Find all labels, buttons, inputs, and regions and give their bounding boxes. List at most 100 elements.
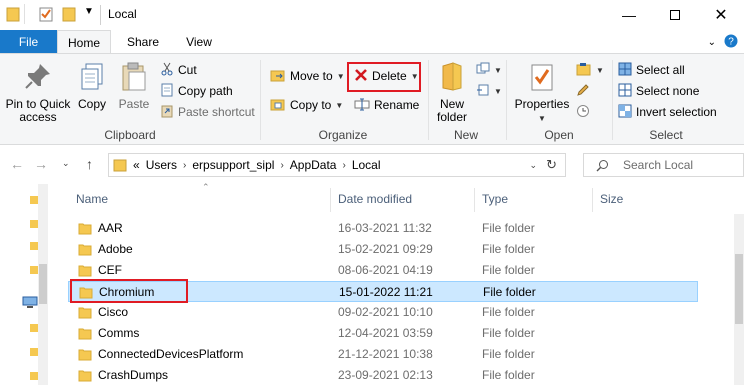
ribbon-tabs: File Home Share View ⌄ ? [0,30,744,54]
paste-shortcut-button[interactable]: Paste shortcut [160,102,255,122]
column-divider[interactable] [474,188,475,212]
open-button[interactable]: ▼ [576,60,604,80]
breadcrumb-users[interactable]: Users [146,158,177,172]
close-button[interactable]: ✕ [698,0,744,30]
nav-folder-icon[interactable] [30,240,38,254]
help-icon[interactable]: ? [724,34,738,51]
maximize-button[interactable] [652,0,698,30]
file-row[interactable]: ConnectedDevicesPlatform 21-12-2021 10:3… [68,344,698,365]
tab-share[interactable]: Share [118,30,168,54]
column-header-date-modified[interactable]: Date modified [338,192,412,206]
file-type: File folder [482,347,535,361]
navigation-pane-scroll-thumb[interactable] [39,264,47,304]
copy-to-button[interactable]: Copy to ▼ [270,95,343,115]
forward-arrow-icon[interactable]: → [34,156,48,172]
copy-icon [74,60,110,95]
minimize-button[interactable]: — [606,0,652,30]
file-row[interactable]: AAR 16-03-2021 11:32 File folder [68,218,698,239]
file-name: CEF [98,263,122,277]
quick-access-divider [24,4,25,24]
cut-button[interactable]: Cut [160,60,197,80]
history-button[interactable] [576,102,590,122]
customize-quick-access-icon[interactable]: ▼ [84,6,94,17]
nav-quick-access-folder-icon[interactable] [30,194,38,208]
nav-folder-icon[interactable] [30,370,38,384]
file-date: 23-09-2021 02:13 [338,368,433,382]
nav-folder-icon[interactable] [30,218,38,232]
file-list: ⌃ Name Date modified Type Size AAR 16-03… [48,182,744,385]
refresh-icon[interactable]: ↻ [546,157,557,173]
breadcrumb-user[interactable]: erpsupport_sipl [192,158,274,172]
breadcrumb-separator-icon[interactable]: › [280,160,283,171]
breadcrumb-separator-icon[interactable]: › [342,160,345,171]
breadcrumb-local[interactable]: Local [352,158,381,172]
file-row[interactable]: Adobe 15-02-2021 09:29 File folder [68,239,698,260]
file-row[interactable]: Comms 12-04-2021 03:59 File folder [68,323,698,344]
navigation-bar: ← → ⌄ ↑ « Users › erpsupport_sipl › AppD… [0,146,744,184]
easy-access-icon [476,83,490,100]
expand-ribbon-icon[interactable]: ⌄ [708,37,716,48]
select-none-button[interactable]: Select none [618,81,699,101]
new-item-button[interactable]: ▼ [476,60,502,80]
select-all-button[interactable]: Select all [618,60,685,80]
copy-label: Copy [77,97,106,111]
properties-icon [512,62,572,95]
select-all-icon [618,62,632,79]
file-list-scrollbar[interactable] [734,214,744,385]
back-arrow-icon[interactable]: ← [10,156,24,172]
tab-view[interactable]: View [175,30,223,54]
nav-folder-icon[interactable] [30,346,38,360]
file-row[interactable]: CrashDumps 23-09-2021 02:13 File folder [68,365,698,385]
easy-access-button[interactable]: ▼ [476,81,502,101]
paste-icon [114,60,154,95]
title-divider [100,5,101,25]
column-divider[interactable] [592,188,593,212]
copy-path-button[interactable]: Copy path [160,81,233,101]
nav-folder-icon[interactable] [30,322,38,336]
pin-to-quick-access-button[interactable]: Pin to Quick access [4,60,72,124]
properties-button[interactable]: Properties ▼ [512,62,572,125]
recent-locations-chevron-icon[interactable]: ⌄ [62,158,70,169]
paste-button[interactable]: Paste [114,60,154,111]
file-type: File folder [482,368,535,382]
file-row[interactable]: CEF 08-06-2021 04:19 File folder [68,260,698,281]
column-header-type[interactable]: Type [482,192,508,206]
tab-file[interactable]: File [0,30,57,54]
open-folder-icon [576,62,592,79]
copy-button[interactable]: Copy [74,60,110,111]
tab-home[interactable]: Home [57,30,111,54]
new-folder-quick-icon[interactable] [62,6,76,25]
properties-label: Properties [514,97,570,111]
file-name: AAR [98,221,123,235]
breadcrumb-separator-icon[interactable]: › [183,160,186,171]
ribbon: Pin to Quick access Copy Paste Cut Copy … [0,53,744,145]
pin-label-line1: Pin to Quick [5,97,71,111]
breadcrumb-appdata[interactable]: AppData [290,158,337,172]
new-folder-button[interactable]: New folder [432,62,472,124]
edit-button[interactable] [576,81,590,101]
properties-quick-icon[interactable] [38,6,54,25]
move-to-caret-icon: ▼ [336,71,345,81]
column-divider[interactable] [330,188,331,212]
search-box[interactable]: Search Local [583,153,744,177]
group-divider [612,60,613,140]
file-list-scroll-thumb[interactable] [735,254,743,324]
column-header-size[interactable]: Size [600,192,623,206]
address-overflow[interactable]: « [133,158,140,172]
nav-this-pc-icon[interactable] [22,296,38,311]
column-header-name[interactable]: Name [76,192,108,206]
invert-selection-button[interactable]: Invert selection [618,102,717,122]
up-arrow-icon[interactable]: ↑ [86,156,93,172]
search-placeholder: Search Local [623,158,694,172]
file-name: Comms [98,326,140,340]
sort-up-icon: ⌃ [202,182,210,192]
paste-shortcut-icon [160,104,174,121]
folder-icon [78,326,92,343]
rename-button[interactable]: Rename [354,95,419,115]
nav-folder-icon[interactable] [30,264,38,278]
folder-icon [78,221,92,238]
address-bar[interactable]: « Users › erpsupport_sipl › AppData › Lo… [108,153,566,177]
address-dropdown-icon[interactable]: ⌄ [529,160,537,171]
file-row[interactable]: Cisco 09-02-2021 10:10 File folder [68,302,698,323]
move-to-button[interactable]: Move to ▼ [270,66,345,86]
